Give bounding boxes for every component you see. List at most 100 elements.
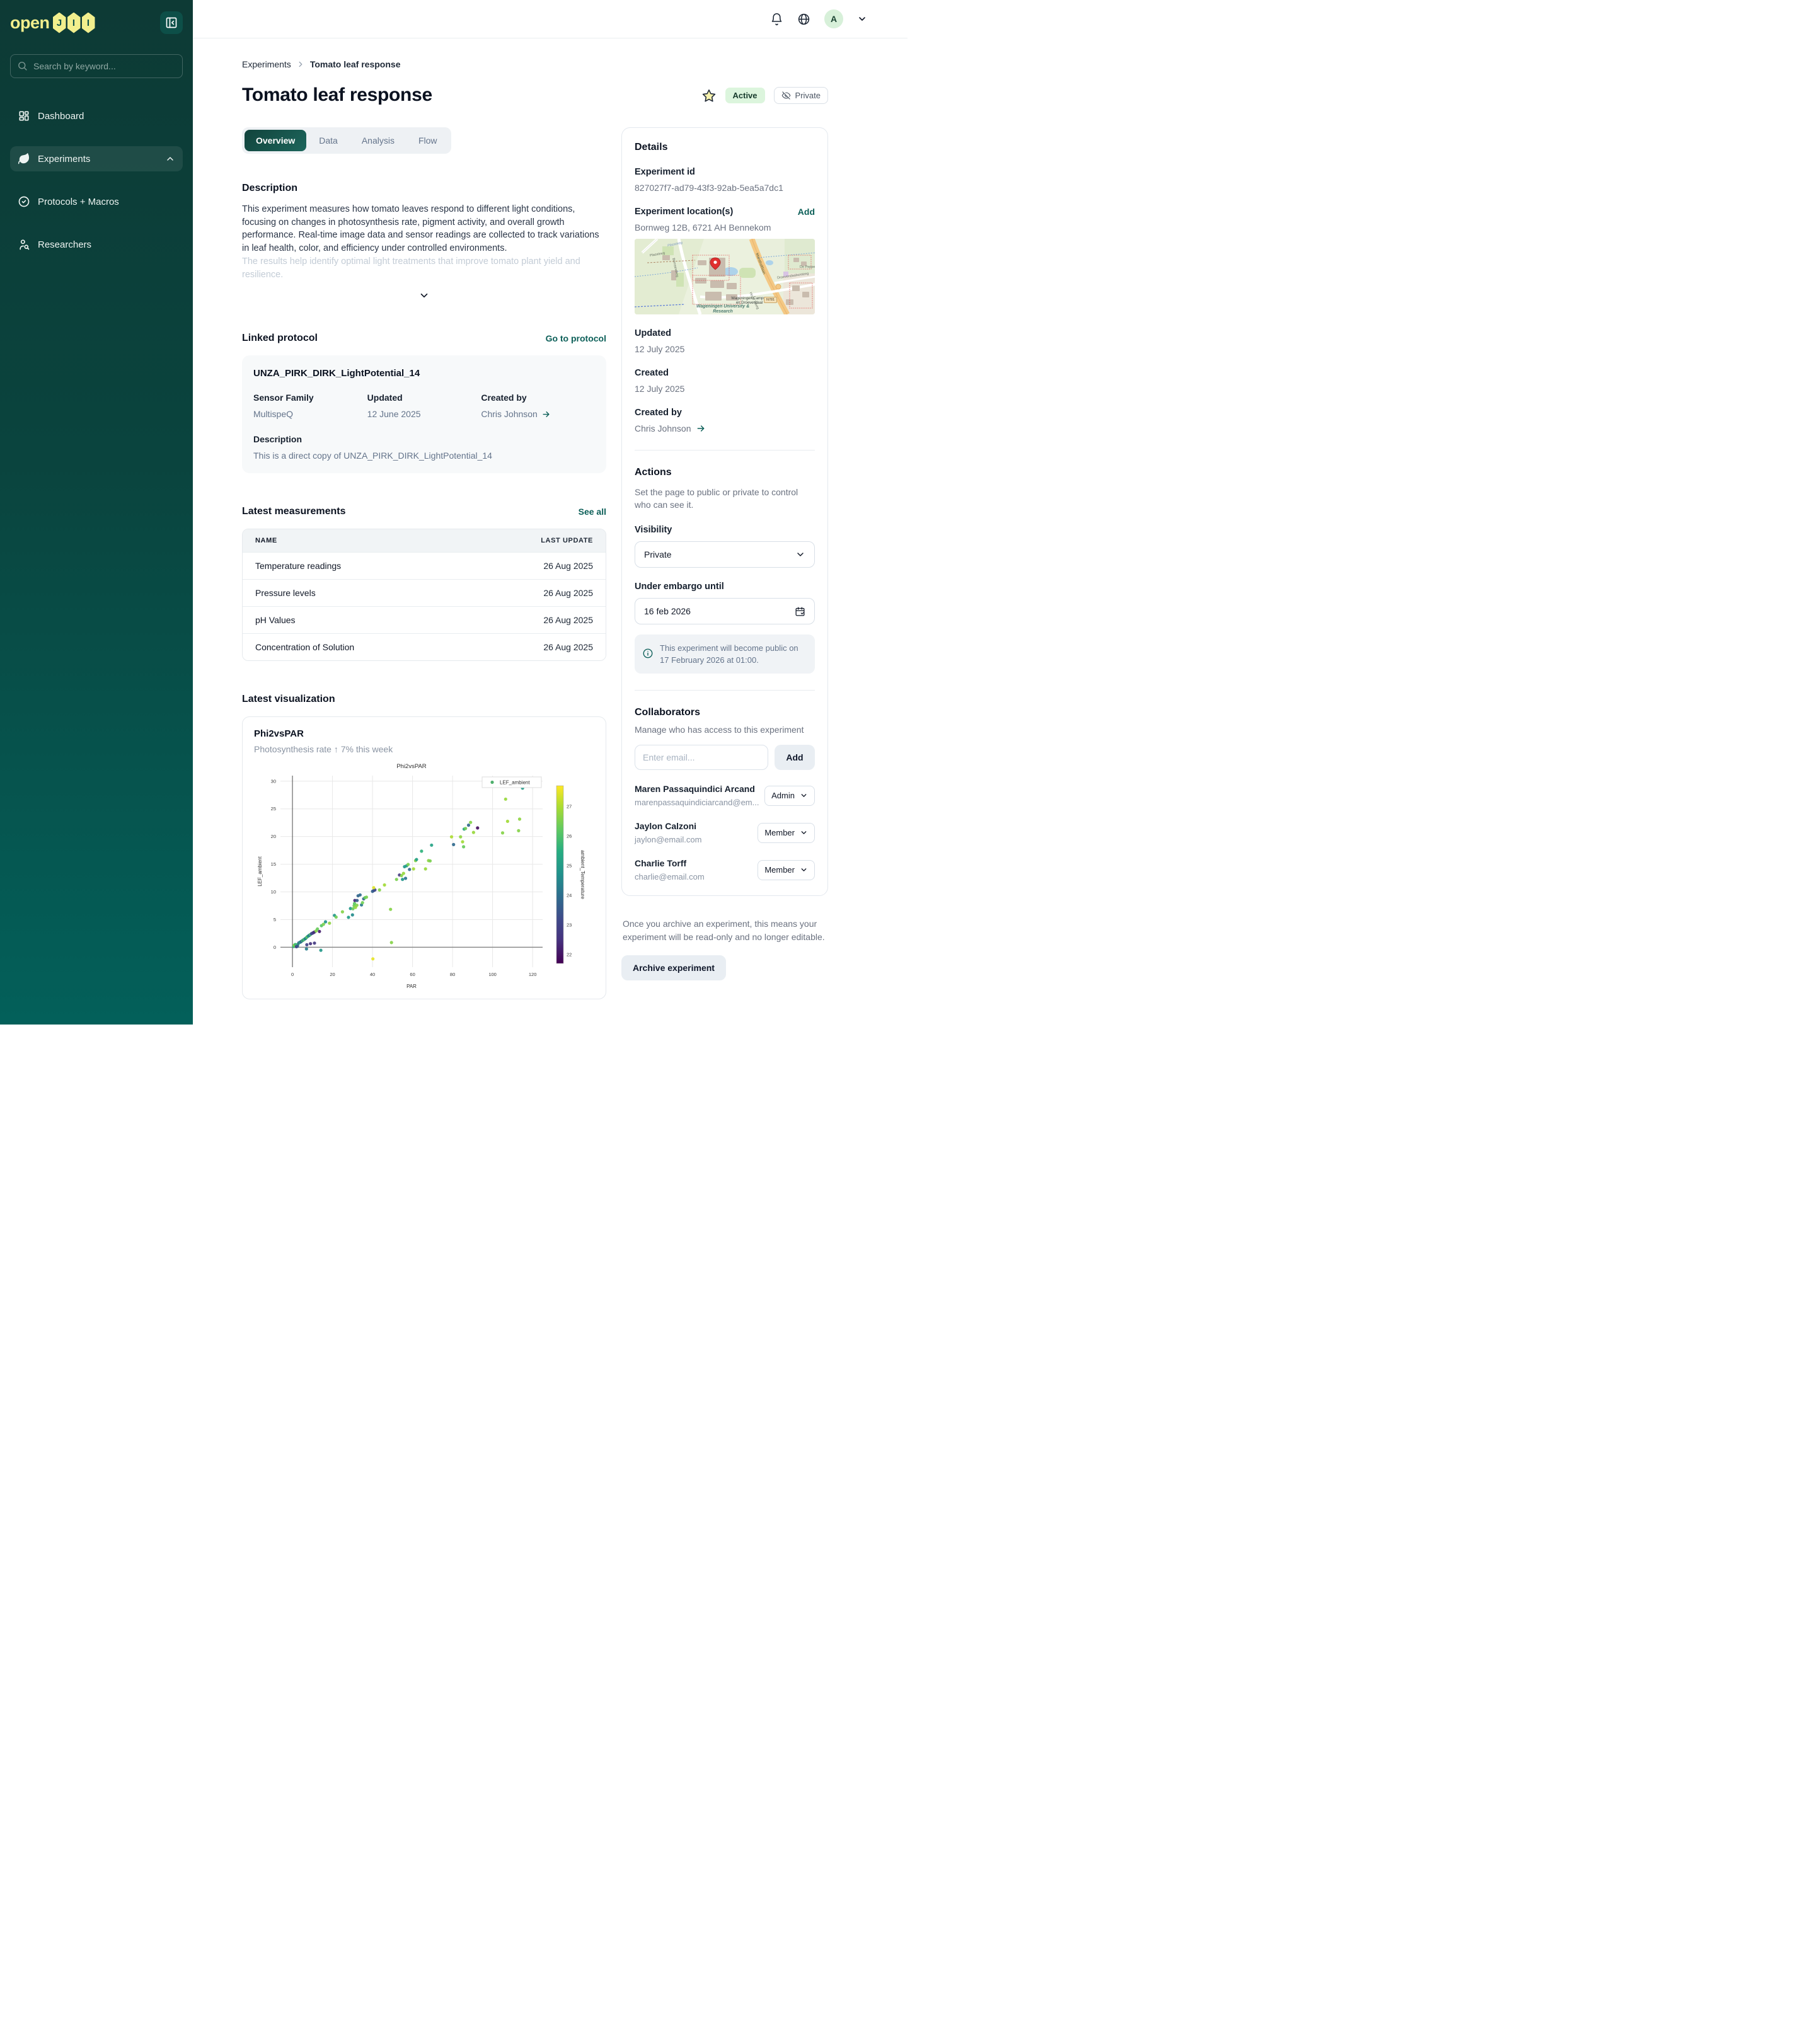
svg-text:25: 25 — [271, 806, 276, 812]
chevron-down-icon — [800, 829, 808, 837]
svg-text:10: 10 — [271, 889, 276, 895]
description-heading: Description — [242, 183, 606, 194]
location-label: Experiment location(s) — [635, 207, 733, 217]
svg-text:0: 0 — [274, 944, 276, 950]
dashboard-grid-icon — [18, 110, 30, 122]
linked-protocol-section: Linked protocol Go to protocol UNZA_PIRK… — [242, 333, 606, 473]
collaborator-role-select[interactable]: Member — [758, 823, 815, 843]
table-row[interactable]: Concentration of Solution 26 Aug 2025 — [243, 633, 606, 660]
eye-off-icon — [781, 91, 791, 100]
tab-data[interactable]: Data — [308, 130, 349, 151]
openjii-logo: open J I I — [10, 13, 95, 33]
chevron-down-icon — [795, 549, 805, 560]
sidebar-item-experiments[interactable]: Experiments — [10, 146, 183, 171]
visibility-label: Visibility — [635, 525, 815, 535]
description-section: Description This experiment measures how… — [242, 183, 606, 301]
expand-description-button[interactable] — [418, 290, 430, 301]
svg-text:100: 100 — [488, 972, 497, 977]
table-row[interactable]: pH Values 26 Aug 2025 — [243, 606, 606, 633]
account-chevron-down-icon[interactable] — [857, 14, 867, 24]
notifications-bell-icon[interactable] — [770, 13, 783, 26]
protocol-updated-value: 12 June 2025 — [367, 409, 481, 419]
favorite-star-icon[interactable] — [701, 88, 717, 103]
collaborator-role-select[interactable]: Member — [758, 860, 815, 880]
created-by-value[interactable]: Chris Johnson — [635, 423, 691, 433]
go-to-protocol-link[interactable]: Go to protocol — [546, 333, 606, 343]
collaborator-role-value: Member — [764, 865, 795, 875]
measurement-name: pH Values — [255, 615, 517, 625]
tab-overview[interactable]: Overview — [245, 130, 306, 151]
created-by-label: Created by — [635, 408, 815, 418]
table-row[interactable]: Pressure levels 26 Aug 2025 — [243, 579, 606, 606]
breadcrumb-current: Tomato leaf response — [310, 59, 401, 69]
collaborator-email: jaylon@email.com — [635, 835, 701, 844]
measurements-section: Latest measurements See all NAME LAST UP… — [242, 506, 606, 661]
breadcrumb-experiments-link[interactable]: Experiments — [242, 59, 291, 69]
embargo-date-input[interactable]: 16 feb 2026 — [635, 598, 815, 624]
svg-text:PAR: PAR — [406, 984, 417, 989]
measurement-date: 26 Aug 2025 — [517, 615, 593, 625]
divider — [635, 690, 815, 691]
measurement-name: Concentration of Solution — [255, 642, 517, 652]
sidebar-item-protocols[interactable]: Protocols + Macros — [10, 189, 183, 214]
sidebar-collapse-button[interactable] — [160, 11, 183, 34]
created-value: 12 July 2025 — [635, 384, 815, 394]
user-avatar[interactable]: A — [824, 9, 843, 28]
embargo-label: Under embargo until — [635, 582, 815, 592]
svg-text:20: 20 — [330, 972, 335, 977]
phi2vspar-scatter-chart: Phi2vsPAR020406080100120051015202530PARL… — [254, 759, 594, 994]
main-area: A Experiments Tomato leaf response Tomat… — [193, 0, 908, 1025]
sidebar-item-label: Experiments — [38, 154, 90, 164]
title-actions: Active Private — [701, 87, 829, 104]
svg-text:LEF_ambient: LEF_ambient — [500, 780, 530, 786]
top-header: A — [193, 0, 908, 38]
svg-text:120: 120 — [529, 972, 537, 977]
logo-hexagons: J I I — [53, 13, 95, 33]
search-input[interactable] — [10, 54, 183, 78]
add-collaborator-button[interactable]: Add — [775, 745, 815, 770]
location-map[interactable]: Plassteeg Plassteeg Bornsesteeg Mansholt… — [635, 239, 815, 314]
search-icon — [17, 60, 28, 71]
visibility-badge[interactable]: Private — [774, 87, 828, 104]
collaborator-email-input[interactable] — [635, 745, 768, 770]
arrow-right-icon — [541, 410, 551, 419]
breadcrumb: Experiments Tomato leaf response — [242, 59, 828, 69]
collaborator-name: Jaylon Calzoni — [635, 821, 701, 831]
chevron-up-icon — [165, 154, 175, 164]
collaborator-role-select[interactable]: Admin — [764, 786, 815, 806]
experiment-id-label: Experiment id — [635, 167, 815, 177]
sensor-family-label: Sensor Family — [253, 393, 367, 403]
svg-text:30: 30 — [271, 778, 276, 784]
description-body: This experiment measures how tomato leav… — [242, 203, 606, 255]
svg-text:22: 22 — [567, 951, 572, 957]
visibility-select[interactable]: Private — [635, 541, 815, 568]
svg-text:0: 0 — [291, 972, 294, 977]
linked-protocol-heading: Linked protocol — [242, 333, 318, 344]
embargo-date-value: 16 feb 2026 — [644, 606, 691, 616]
embargo-info-text: This experiment will become public on 17… — [660, 642, 807, 666]
page-content: Experiments Tomato leaf response Tomato … — [193, 38, 908, 1025]
add-location-link[interactable]: Add — [798, 207, 815, 217]
tab-analysis[interactable]: Analysis — [350, 130, 406, 151]
language-globe-icon[interactable] — [797, 13, 810, 26]
protocol-description-value: This is a direct copy of UNZA_PIRK_DIRK_… — [253, 451, 595, 461]
protocol-created-by-label: Created by — [481, 393, 595, 403]
sidebar-item-researchers[interactable]: Researchers — [10, 232, 183, 257]
collaborator-email: charlie@email.com — [635, 872, 705, 881]
table-row[interactable]: Temperature readings 26 Aug 2025 — [243, 552, 606, 579]
svg-text:26: 26 — [567, 833, 572, 839]
collaborator-name: Maren Passaquindici Arcand — [635, 784, 759, 794]
calendar-check-icon — [795, 606, 805, 617]
actions-description: Set the page to public or private to con… — [635, 486, 815, 511]
collaborator-name: Charlie Torff — [635, 858, 705, 868]
protocol-created-by-value[interactable]: Chris Johnson — [481, 409, 538, 419]
protocol-updated-label: Updated — [367, 393, 481, 403]
protocol-card: UNZA_PIRK_DIRK_LightPotential_14 Sensor … — [242, 355, 606, 473]
sidebar-item-dashboard[interactable]: Dashboard — [10, 103, 183, 129]
archive-experiment-button[interactable]: Archive experiment — [621, 955, 726, 980]
see-all-link[interactable]: See all — [579, 507, 606, 517]
tab-flow[interactable]: Flow — [407, 130, 449, 151]
description-truncated-line: The results help identify optimal light … — [242, 255, 606, 281]
svg-text:24: 24 — [567, 892, 572, 898]
page-title: Tomato leaf response — [242, 84, 432, 106]
